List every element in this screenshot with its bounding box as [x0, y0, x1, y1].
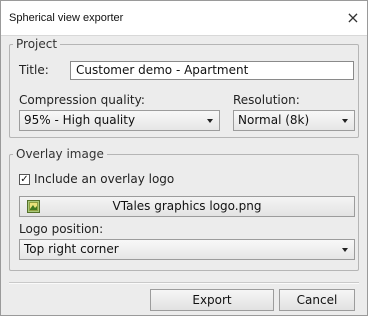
chevron-down-icon — [342, 119, 348, 123]
resolution-label: Resolution: — [233, 93, 300, 107]
dialog-title: Spherical view exporter — [9, 12, 124, 24]
resolution-dropdown[interactable]: Normal (8k) — [233, 110, 355, 131]
compression-selected: 95% - High quality — [24, 113, 136, 127]
title-input[interactable]: Customer demo - Apartment — [70, 61, 354, 80]
include-logo-checkbox[interactable]: ✓ — [19, 174, 30, 185]
cancel-button[interactable]: Cancel — [279, 289, 355, 311]
resolution-selected: Normal (8k) — [238, 113, 310, 127]
chevron-down-icon — [342, 248, 348, 252]
logo-file-button[interactable]: VTales graphics logo.png — [19, 196, 355, 217]
exporter-dialog: Spherical view exporter × Project Title:… — [0, 0, 368, 316]
footer-divider — [9, 282, 359, 284]
logo-position-dropdown[interactable]: Top right corner — [19, 239, 355, 260]
export-button[interactable]: Export — [150, 289, 274, 311]
project-legend: Project — [16, 37, 58, 51]
compression-label: Compression quality: — [19, 93, 145, 107]
include-logo-label: Include an overlay logo — [34, 172, 175, 186]
logo-position-label: Logo position: — [19, 222, 104, 236]
image-file-icon — [27, 200, 40, 213]
title-bar: Spherical view exporter × — [1, 1, 367, 36]
close-icon[interactable]: × — [343, 8, 363, 28]
chevron-down-icon — [207, 119, 213, 123]
logo-position-selected: Top right corner — [24, 242, 119, 256]
overlay-legend: Overlay image — [16, 147, 104, 161]
logo-file-name: VTales graphics logo.png — [112, 199, 262, 213]
title-label: Title: — [19, 63, 49, 77]
compression-dropdown[interactable]: 95% - High quality — [19, 110, 220, 131]
